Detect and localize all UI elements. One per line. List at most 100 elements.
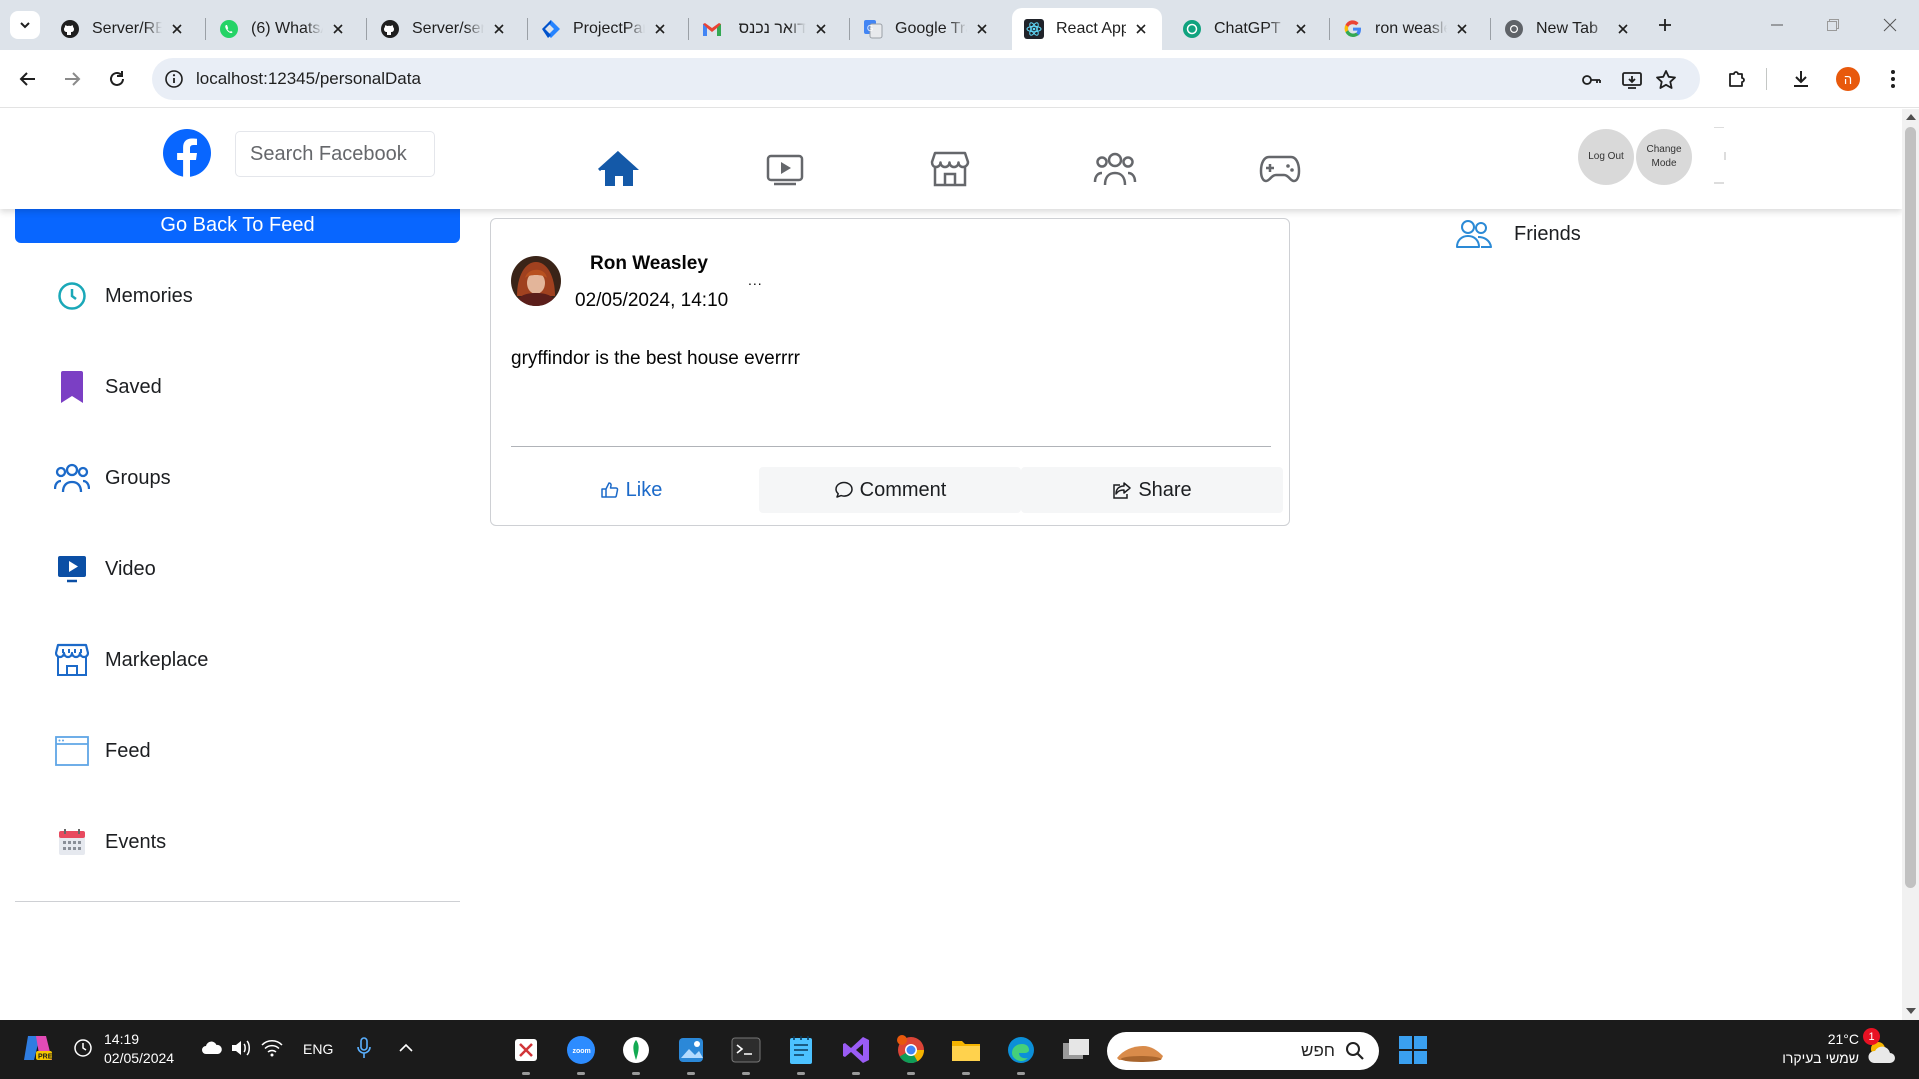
zoom-icon[interactable]: zoom [565,1034,597,1066]
back-button[interactable] [12,63,44,95]
nav-gaming[interactable] [1258,147,1302,191]
sidebar-item-events[interactable]: Events [54,822,166,862]
edge-icon[interactable] [1005,1034,1037,1066]
windows-start-icon[interactable] [1396,1033,1430,1067]
close-icon[interactable] [812,20,830,38]
close-icon[interactable] [1453,20,1471,38]
change-mode-button[interactable]: Change Mode [1636,129,1692,185]
browser-tab[interactable]: ProjectPart [529,8,681,50]
close-icon[interactable] [651,20,669,38]
close-icon[interactable] [1132,20,1150,38]
close-icon[interactable] [329,20,347,38]
site-info-icon[interactable] [164,69,184,89]
browser-tab[interactable]: New Tab [1492,8,1644,50]
forward-button[interactable] [56,63,88,95]
downloads-icon[interactable] [1788,66,1814,92]
scroll-up-arrow-icon[interactable] [1906,114,1916,120]
close-icon[interactable] [1292,20,1310,38]
browser-tab[interactable]: (6) WhatsA [207,8,359,50]
copilot-icon[interactable]: PRE [22,1032,54,1064]
close-window-button[interactable] [1877,12,1903,38]
install-app-icon[interactable] [1621,69,1643,91]
google-icon [1343,19,1363,39]
weather-widget[interactable]: 21°C שמשי בעיקרו [1782,1030,1859,1068]
tab-title: Google Tra [895,20,967,37]
url-text[interactable]: localhost:12345/personalData [196,69,421,89]
sidebar-item-feed[interactable]: Feed [54,731,151,771]
scroll-down-arrow-icon[interactable] [1906,1008,1916,1014]
close-icon [1883,18,1897,32]
wifi-icon[interactable] [260,1036,284,1060]
search-input[interactable] [235,131,435,177]
browser-tab[interactable]: דואר נכנס [690,8,842,50]
close-icon[interactable] [490,20,508,38]
restore-button[interactable] [1820,12,1846,38]
comment-button[interactable]: Comment [759,467,1021,513]
nav-marketplace[interactable] [928,147,972,191]
like-button[interactable]: Like [511,467,751,513]
close-icon[interactable] [168,20,186,38]
chevron-up-icon[interactable] [394,1036,418,1060]
close-icon[interactable] [973,20,991,38]
sidebar-item-memories[interactable]: Memories [54,276,193,316]
minimize-icon [1771,24,1783,26]
photos-icon[interactable] [675,1034,707,1066]
language-indicator[interactable]: ENG [303,1041,333,1057]
network-settings-icon[interactable] [70,1035,96,1061]
taskbar-clock[interactable]: 14:19 02/05/2024 [104,1030,174,1068]
browser-tab[interactable]: ChatGPT [1170,8,1322,50]
chrome-taskbar-icon[interactable] [895,1034,927,1066]
file-explorer-icon[interactable] [950,1034,982,1066]
like-label: Like [625,478,663,501]
sidebar-item-saved[interactable]: Saved [54,367,162,407]
close-icon[interactable] [1614,20,1632,38]
notification-badge[interactable]: 1 [1863,1028,1880,1045]
chevron-down-icon [20,22,30,29]
bookmark-star-icon[interactable] [1655,69,1677,91]
facebook-logo-icon[interactable] [162,128,212,178]
minimize-button[interactable] [1764,12,1790,38]
tab-search-button[interactable] [10,11,40,39]
browser-tab[interactable]: Server/REA [48,8,198,50]
onedrive-icon[interactable] [200,1036,224,1060]
nav-groups[interactable] [1093,147,1137,191]
browser-tab[interactable]: Server/ser [368,8,520,50]
post-options-button[interactable]: ... [748,272,763,288]
task-view-icon[interactable] [1060,1034,1092,1066]
chrome-menu-icon[interactable] [1880,66,1906,92]
snipping-tool-icon[interactable] [510,1034,542,1066]
sidebar-item-marketplace[interactable]: Markeplace [54,640,208,680]
terminal-icon[interactable] [730,1034,762,1066]
friends-link[interactable]: Friends [1456,214,1581,254]
page-scrollbar[interactable] [1902,109,1919,1020]
tab-divider [205,18,206,40]
profile-avatar[interactable]: ה [1836,67,1860,91]
nav-video[interactable] [763,147,807,191]
browser-tab[interactable]: G Google Tra [851,8,1003,50]
share-button[interactable]: Share [1021,467,1283,513]
browser-tab[interactable]: ron weasle [1331,8,1483,50]
post-date: 02/05/2024, 14:10 [575,290,729,311]
logout-button[interactable]: Log Out [1578,129,1634,185]
sidebar-item-video[interactable]: Video [54,549,156,589]
nav-home[interactable] [597,147,641,191]
visual-studio-icon[interactable] [840,1034,872,1066]
author-avatar[interactable] [511,256,561,306]
post-author[interactable]: Ron Weasley [590,253,708,275]
scrollbar-thumb[interactable] [1905,127,1916,888]
browser-tab-active[interactable]: React App [1012,8,1162,50]
reload-button[interactable] [101,63,133,95]
toolbar-divider [1766,68,1767,90]
new-tab-button[interactable] [1652,12,1678,38]
address-bar[interactable]: localhost:12345/personalData [152,58,1700,100]
taskbar-search-box[interactable]: חפש [1107,1032,1379,1070]
volume-icon[interactable] [229,1036,253,1060]
notepad-icon[interactable] [785,1034,817,1066]
go-back-to-feed-button[interactable]: Go Back To Feed [15,207,460,243]
sidebar-item-groups[interactable]: Groups [54,458,171,498]
microphone-icon[interactable] [352,1036,376,1060]
running-indicator [632,1072,640,1075]
extensions-icon[interactable] [1724,66,1750,92]
mongodb-compass-icon[interactable] [620,1034,652,1066]
password-key-icon[interactable] [1580,69,1602,91]
